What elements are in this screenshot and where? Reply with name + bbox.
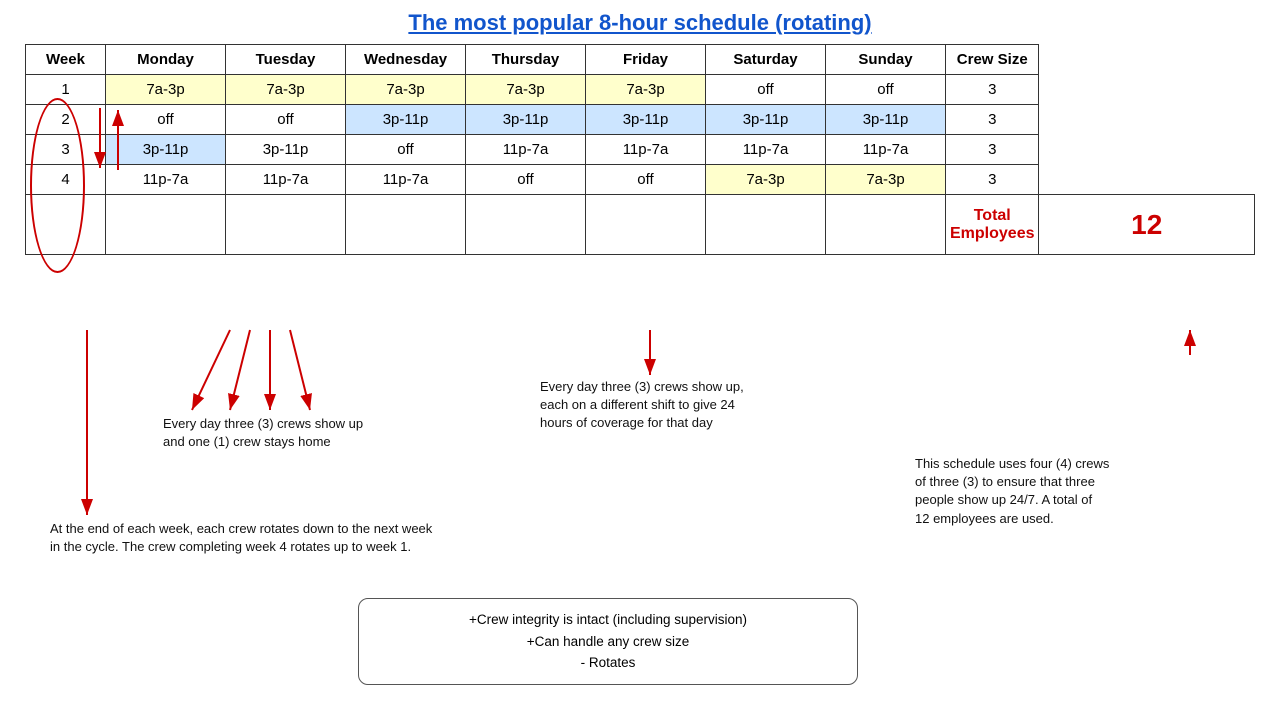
sunday-cell-week4: 7a-3p — [826, 165, 946, 195]
total-empty-5 — [586, 195, 706, 255]
friday-cell-week2: 3p-11p — [586, 105, 706, 135]
total-empty-6 — [706, 195, 826, 255]
week-cell-3: 3 — [26, 135, 106, 165]
crew-size-week3: 3 — [946, 135, 1039, 165]
total-empty-4 — [466, 195, 586, 255]
total-empty-7 — [826, 195, 946, 255]
table-row: 411p-7a11p-7a11p-7aoffoff7a-3p7a-3p3 — [26, 165, 1255, 195]
crew-size-week4: 3 — [946, 165, 1039, 195]
total-employees-label: TotalEmployees — [950, 207, 1034, 242]
wednesday-cell-week3: off — [346, 135, 466, 165]
monday-cell-week4: 11p-7a — [106, 165, 226, 195]
saturday-cell-week3: 11p-7a — [706, 135, 826, 165]
friday-cell-week4: off — [586, 165, 706, 195]
col-header-wednesday: Wednesday — [346, 45, 466, 75]
thursday-cell-week4: off — [466, 165, 586, 195]
thursday-cell-week2: 3p-11p — [466, 105, 586, 135]
note-rotation: At the end of each week, each crew rotat… — [50, 520, 432, 556]
col-header-sunday: Sunday — [826, 45, 946, 75]
saturday-cell-week4: 7a-3p — [706, 165, 826, 195]
col-header-friday: Friday — [586, 45, 706, 75]
page-title: The most popular 8-hour schedule (rotati… — [20, 10, 1260, 36]
week-cell-4: 4 — [26, 165, 106, 195]
total-value-cell: 12 — [1039, 195, 1255, 255]
table-row: 2offoff3p-11p3p-11p3p-11p3p-11p3p-11p3 — [26, 105, 1255, 135]
monday-cell-week2: off — [106, 105, 226, 135]
sunday-cell-week1: off — [826, 75, 946, 105]
note-different-shifts: Every day three (3) crews show up,each o… — [540, 378, 744, 433]
week-cell-2: 2 — [26, 105, 106, 135]
thursday-cell-week3: 11p-7a — [466, 135, 586, 165]
col-header-thursday: Thursday — [466, 45, 586, 75]
tuesday-cell-week2: off — [226, 105, 346, 135]
col-header-tuesday: Tuesday — [226, 45, 346, 75]
col-header-crew: Crew Size — [946, 45, 1039, 75]
wednesday-cell-week1: 7a-3p — [346, 75, 466, 105]
note-crews-show-up: Every day three (3) crews show upand one… — [163, 415, 363, 451]
wednesday-cell-week2: 3p-11p — [346, 105, 466, 135]
saturday-cell-week2: 3p-11p — [706, 105, 826, 135]
tuesday-cell-week1: 7a-3p — [226, 75, 346, 105]
friday-cell-week3: 11p-7a — [586, 135, 706, 165]
schedule-table: Week Monday Tuesday Wednesday Thursday F… — [25, 44, 1255, 255]
col-header-monday: Monday — [106, 45, 226, 75]
total-label-cell: TotalEmployees — [946, 195, 1039, 255]
crew-size-week1: 3 — [946, 75, 1039, 105]
tuesday-cell-week3: 3p-11p — [226, 135, 346, 165]
thursday-cell-week1: 7a-3p — [466, 75, 586, 105]
note-box-summary: +Crew integrity is intact (including sup… — [358, 598, 858, 685]
monday-cell-week3: 3p-11p — [106, 135, 226, 165]
col-header-week: Week — [26, 45, 106, 75]
sunday-cell-week2: 3p-11p — [826, 105, 946, 135]
week-cell-1: 1 — [26, 75, 106, 105]
table-row: 17a-3p7a-3p7a-3p7a-3p7a-3poffoff3 — [26, 75, 1255, 105]
total-empty-3 — [346, 195, 466, 255]
friday-cell-week1: 7a-3p — [586, 75, 706, 105]
crew-size-week2: 3 — [946, 105, 1039, 135]
note-four-crews: This schedule uses four (4) crewsof thre… — [915, 455, 1109, 528]
total-empty-1 — [106, 195, 226, 255]
saturday-cell-week1: off — [706, 75, 826, 105]
tuesday-cell-week4: 11p-7a — [226, 165, 346, 195]
total-empty-2 — [226, 195, 346, 255]
sunday-cell-week3: 11p-7a — [826, 135, 946, 165]
table-row: 33p-11p3p-11poff11p-7a11p-7a11p-7a11p-7a… — [26, 135, 1255, 165]
monday-cell-week1: 7a-3p — [106, 75, 226, 105]
col-header-saturday: Saturday — [706, 45, 826, 75]
wednesday-cell-week4: 11p-7a — [346, 165, 466, 195]
total-empty-0 — [26, 195, 106, 255]
total-employees-value: 12 — [1131, 209, 1162, 240]
total-row: TotalEmployees 12 — [26, 195, 1255, 255]
